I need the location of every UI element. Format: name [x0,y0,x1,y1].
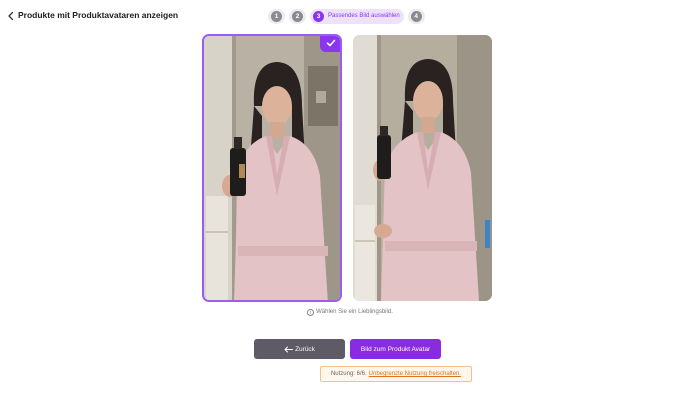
step-4[interactable]: 4 [407,8,425,24]
apply-avatar-button[interactable]: Bild zum Produkt Avatar [350,339,441,359]
step-label: Passendes Bild auswählen [328,13,400,19]
top-bar: Produkte mit Produktavataren anzeigen 1 … [0,0,700,32]
info-icon: i [307,309,315,316]
step-3[interactable]: 3 Passendes Bild auswählen [310,8,404,24]
arrow-left-icon [284,346,294,352]
back-button[interactable]: Zurück [254,339,345,359]
image-option-2[interactable] [353,35,492,301]
back-button-label: Zurück [295,345,315,353]
hint-text: i Wählen Sie ein Lieblingsbild. [0,309,700,316]
apply-avatar-button-label: Bild zum Produkt Avatar [360,345,431,353]
step-number: 2 [292,10,303,22]
usage-text: Nutzung: 6/6. [330,371,367,377]
step-1[interactable]: 1 [268,8,285,24]
page-title: Produkte mit Produktavataren anzeigen [18,10,179,20]
step-number: 1 [271,10,282,22]
step-2[interactable]: 2 [289,8,306,24]
check-icon [320,36,340,52]
image-option-1[interactable] [202,34,342,302]
back-arrow-icon[interactable] [4,9,18,23]
unlock-link[interactable]: Unbegrenzte Nutzung freischalten. [369,371,461,377]
stepper: 1 2 3 Passendes Bild auswählen 4 [268,7,429,25]
step-number: 4 [410,10,422,22]
hint-label: Wählen Sie ein Lieblingsbild. [316,309,393,315]
avatar-photo [353,35,492,301]
step-number: 3 [313,10,324,22]
usage-banner: Nutzung: 6/6. Unbegrenzte Nutzung freisc… [320,366,472,382]
avatar-photo [204,36,340,300]
